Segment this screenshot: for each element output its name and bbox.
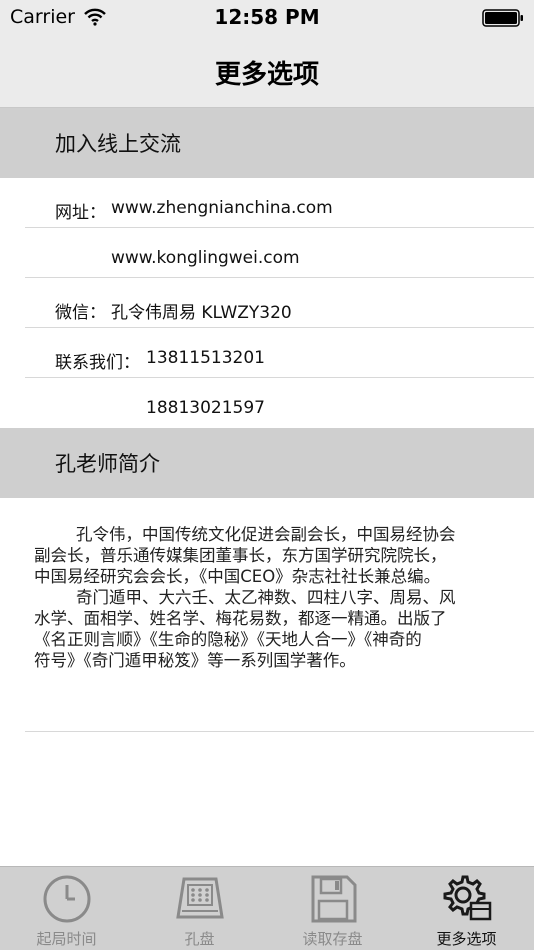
wechat-value[interactable]: 孔令伟周易 KLWZY320 xyxy=(111,298,292,323)
page-title: 更多选项 xyxy=(214,60,319,90)
contact-row-1[interactable]: 联系我们： 13811513201 xyxy=(25,328,534,378)
tab-label: 更多选项 xyxy=(436,930,497,948)
intro-line: 中国易经研究会会长，《中国CEO》杂志社社长兼总编。 xyxy=(34,567,441,586)
website-label: 网址： xyxy=(55,203,106,223)
tab-load-saved[interactable]: 读取存盘 xyxy=(266,867,399,950)
battery-icon xyxy=(482,9,523,27)
website-link-1[interactable]: www.zhengnianchina.com xyxy=(111,198,333,218)
wechat-row[interactable]: 微信： 孔令伟周易 KLWZY320 xyxy=(25,278,534,328)
gear-icon xyxy=(443,875,492,921)
intro-line: 符号》《奇门遁甲秘笈》等一系列国学著作。 xyxy=(34,651,356,670)
clock-icon xyxy=(43,875,91,923)
section-title-online: 加入线上交流 xyxy=(55,132,181,156)
status-time: 12:58 PM xyxy=(214,5,320,29)
intro-line: 奇门遁甲、大六壬、太乙神数、四柱八字、周易、风 xyxy=(34,588,456,607)
intro-line: 副会长，普乐通传媒集团董事长，东方国学研究院院长， xyxy=(34,546,447,565)
top-bar: Carrier 12:58 PM 更多选项 xyxy=(0,0,534,108)
tab-start-time[interactable]: 起局时间 xyxy=(0,867,133,950)
tab-label: 孔盘 xyxy=(184,930,215,948)
contact-label: 联系我们： xyxy=(55,353,140,373)
intro-line: 孔令伟，中国传统文化促进会副会长，中国易经协会 xyxy=(34,525,456,544)
phone-number-1[interactable]: 13811513201 xyxy=(146,348,265,368)
intro-line: 水学、面相学、姓名学、梅花易数，都逐一精通。出版了 xyxy=(34,609,447,628)
tab-more-options[interactable]: 更多选项 xyxy=(400,867,533,950)
section-header-online: 加入线上交流 xyxy=(0,108,534,178)
website-row-1[interactable]: 网址： www.zhengnianchina.com xyxy=(25,178,534,228)
tab-label: 起局时间 xyxy=(36,930,97,948)
section-title-intro: 孔老师简介 xyxy=(55,452,160,476)
tab-label: 读取存盘 xyxy=(302,930,363,948)
website-link-2[interactable]: www.konglingwei.com xyxy=(111,248,300,268)
section-header-intro: 孔老师简介 xyxy=(0,428,534,498)
save-disk-icon xyxy=(311,875,357,923)
website-row-2[interactable]: www.konglingwei.com xyxy=(25,228,534,278)
intro-text: 孔令伟，中国传统文化促进会副会长，中国易经协会 副会长，普乐通传媒集团董事长，东… xyxy=(34,524,504,671)
board-icon xyxy=(176,877,224,919)
wechat-label: 微信： xyxy=(55,303,106,323)
tab-bar: 起局时间 孔盘 读取存盘 更多选项 xyxy=(0,866,534,950)
contact-row-2[interactable]: 18813021597 xyxy=(25,378,534,428)
phone-number-2[interactable]: 18813021597 xyxy=(146,398,265,418)
more-options-screen: Carrier 12:58 PM 更多选项 加入线上交流 网址： www.zhe… xyxy=(0,0,534,950)
tab-kong-board[interactable]: 孔盘 xyxy=(133,867,266,950)
divider xyxy=(25,731,534,732)
intro-line: 《名正则言顺》《生命的隐秘》《天地人合一》《神奇的 xyxy=(34,630,422,649)
